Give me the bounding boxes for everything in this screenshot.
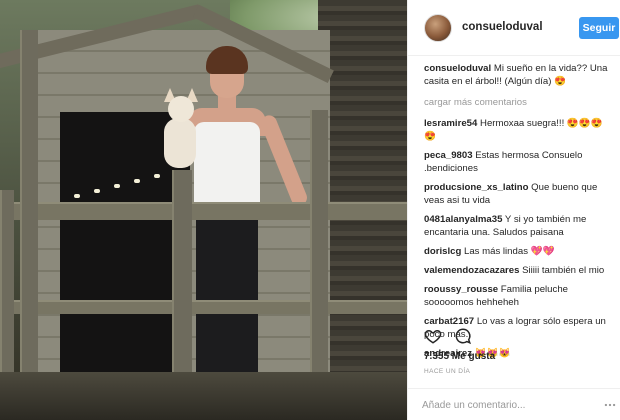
railing-post <box>310 110 328 375</box>
comment-username[interactable]: 0481alanyalma35 <box>424 214 502 225</box>
post-sidebar: consueloduval Seguir consueloduval Mi su… <box>407 0 620 420</box>
list-item: lesramire54 Hermoxaa suegra!!! 😍😍😍😍 <box>424 117 609 143</box>
list-item: dorislcg Las más lindas 💖💖 <box>424 245 609 258</box>
railing-top <box>0 202 407 220</box>
comment-username[interactable]: valemendozacazares <box>424 265 519 276</box>
post-photo[interactable] <box>0 0 407 420</box>
list-item: rooussy_rousse Familia peluche sooooomos… <box>424 283 609 309</box>
caption-username[interactable]: consueloduval <box>424 63 491 74</box>
list-item: peca_9803 Estas hermosa Consuelo .bendic… <box>424 149 609 175</box>
comment-icon[interactable] <box>454 327 472 345</box>
comments-list: consueloduval Mi sueño en la vida?? Una … <box>408 62 620 366</box>
comment-username[interactable]: lesramire54 <box>424 118 477 129</box>
like-count[interactable]: 7.355 Me gusta <box>424 351 495 362</box>
deck-floor <box>0 372 407 420</box>
railing-middle <box>0 300 407 314</box>
list-item: valemendozacazares Siiiii también el mio <box>424 264 609 277</box>
list-item: producsione_xs_latino Que bueno que veas… <box>424 181 609 207</box>
post-header: consueloduval Seguir <box>408 0 620 56</box>
comment-input[interactable] <box>422 396 607 414</box>
caption: consueloduval Mi sueño en la vida?? Una … <box>424 62 609 88</box>
comment-username[interactable]: rooussy_rousse <box>424 284 498 295</box>
comment-username[interactable]: peca_9803 <box>424 150 473 161</box>
timestamp[interactable]: HACE UN DÍA <box>424 368 470 375</box>
list-item: carbat2167 Lo vas a lograr sólo espera u… <box>424 315 609 341</box>
load-more-comments[interactable]: cargar más comentarios <box>424 96 609 109</box>
list-item: 0481alanyalma35 Y si yo también me encan… <box>424 213 609 239</box>
railing-post <box>172 170 192 375</box>
chihuahua-dog <box>160 88 206 170</box>
heart-icon[interactable] <box>424 327 442 345</box>
more-options-icon[interactable] <box>603 398 617 412</box>
comment-username[interactable]: producsione_xs_latino <box>424 182 529 193</box>
railing-post <box>20 30 38 375</box>
comment-username[interactable]: dorislcg <box>424 246 461 257</box>
username-link[interactable]: consueloduval <box>462 21 543 33</box>
avatar[interactable] <box>424 14 452 42</box>
comment-box <box>408 388 620 420</box>
comment-username[interactable]: carbat2167 <box>424 316 474 327</box>
comment-text: Siiiii también el mio <box>522 265 605 276</box>
follow-button[interactable]: Seguir <box>579 17 619 39</box>
comment-text: Las más lindas 💖💖 <box>464 246 555 257</box>
